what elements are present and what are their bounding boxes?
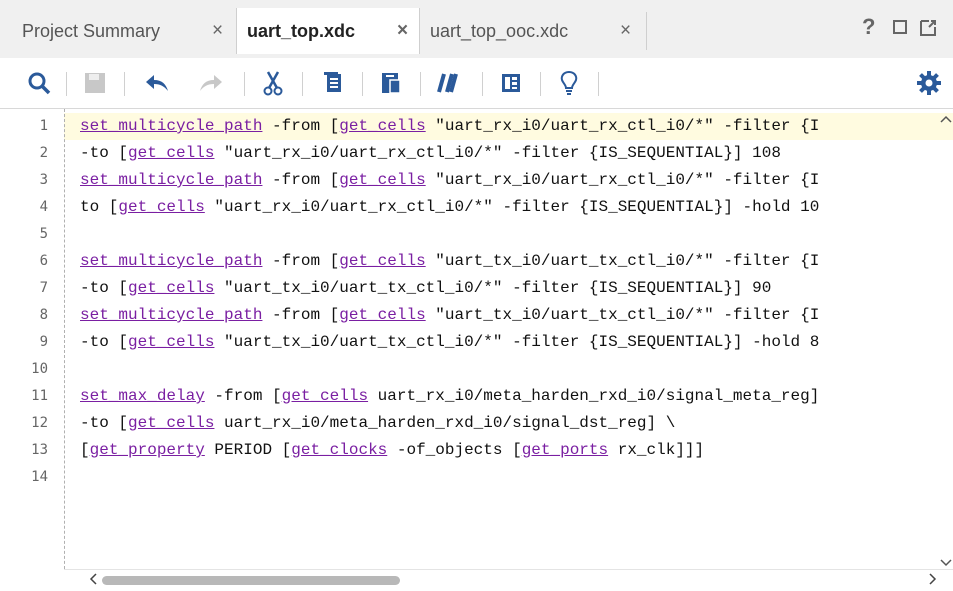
line-number: 14 (31, 469, 48, 485)
toolbar-divider (244, 72, 245, 96)
tab-label: Project Summary (22, 20, 161, 41)
code-line: set_multicycle_path -from [get_cells "ua… (80, 171, 820, 189)
line-number: 9 (39, 334, 48, 350)
code-line: to [get_cells "uart_rx_i0/uart_rx_ctl_i0… (80, 198, 820, 216)
paste-icon[interactable] (374, 66, 408, 100)
line-number: 2 (39, 145, 48, 161)
undo-icon[interactable] (140, 66, 174, 100)
line-number: 5 (39, 226, 48, 242)
code-line: -to [get_cells "uart_rx_i0/uart_rx_ctl_i… (80, 144, 781, 162)
redo-icon[interactable] (194, 66, 228, 100)
line-number: 7 (39, 280, 48, 296)
scroll-down-arrow[interactable] (940, 555, 952, 569)
help-icon[interactable]: ? (862, 14, 875, 40)
search-icon[interactable] (22, 66, 56, 100)
line-number: 1 (39, 118, 48, 134)
scroll-left-arrow[interactable] (88, 572, 98, 590)
tab-uart-top-ooc-xdc[interactable]: uart_top_ooc.xdc × (420, 8, 646, 54)
code-line: -to [get_cells "uart_tx_i0/uart_tx_ctl_i… (80, 333, 820, 351)
line-number: 8 (39, 307, 48, 323)
code-line: -to [get_cells uart_rx_i0/meta_harden_rx… (80, 414, 676, 432)
tab-uart-top-xdc[interactable]: uart_top.xdc × (236, 8, 420, 54)
toolbar-divider (540, 72, 541, 96)
toolbar-divider (124, 72, 125, 96)
line-number-gutter: 1 2 3 4 5 6 7 8 9 10 11 12 13 14 (0, 109, 64, 569)
close-icon[interactable]: × (620, 20, 631, 42)
maximize-icon[interactable] (893, 20, 907, 34)
code-editor[interactable]: 1 2 3 4 5 6 7 8 9 10 11 12 13 14 set_multicycle_path … (0, 109, 953, 569)
toolbar-divider (420, 72, 421, 96)
close-icon[interactable]: × (397, 20, 408, 42)
gutter-divider (64, 109, 65, 569)
close-icon[interactable]: × (212, 20, 223, 42)
tab-label: uart_top.xdc (247, 20, 356, 41)
tab-label: uart_top_ooc.xdc (430, 20, 569, 41)
code-line: set_max_delay -from [get_cells uart_rx_i… (80, 387, 820, 405)
tab-divider (646, 12, 647, 50)
toolbar-divider (66, 72, 67, 96)
settings-icon[interactable] (912, 66, 946, 100)
line-number: 11 (31, 388, 48, 404)
copy-icon[interactable] (316, 66, 350, 100)
line-number: 13 (31, 442, 48, 458)
horizontal-scrollbar[interactable] (64, 569, 953, 591)
scroll-up-arrow[interactable] (940, 111, 952, 127)
code-line: [get_property PERIOD [get_clocks -of_obj… (80, 441, 705, 459)
line-number: 12 (31, 415, 48, 431)
toolbar-divider (482, 72, 483, 96)
code-line: set_multicycle_path -from [get_cells "ua… (80, 306, 820, 324)
tab-bar: Project Summary × uart_top.xdc × uart_to… (0, 0, 953, 58)
line-number: 10 (31, 361, 48, 377)
toolbar-divider (362, 72, 363, 96)
code-line: -to [get_cells "uart_tx_i0/uart_tx_ctl_i… (80, 279, 772, 297)
toolbar-divider (598, 72, 599, 96)
code-line: set_multicycle_path -from [get_cells "ua… (80, 252, 820, 270)
code-line: set_multicycle_path -from [get_cells "ua… (80, 117, 820, 135)
toolbar-divider (302, 72, 303, 96)
lightbulb-icon[interactable] (552, 66, 586, 100)
scrollbar-thumb[interactable] (102, 576, 400, 585)
editor-toolbar (0, 58, 953, 109)
line-number: 4 (39, 199, 48, 215)
float-icon[interactable] (918, 18, 938, 43)
save-icon[interactable] (78, 66, 112, 100)
comment-icon[interactable] (432, 66, 466, 100)
columns-icon[interactable] (494, 66, 528, 100)
line-number: 3 (39, 172, 48, 188)
scroll-right-arrow[interactable] (928, 572, 938, 590)
line-number: 6 (39, 253, 48, 269)
tab-project-summary[interactable]: Project Summary × (0, 8, 236, 54)
cut-icon[interactable] (256, 66, 290, 100)
